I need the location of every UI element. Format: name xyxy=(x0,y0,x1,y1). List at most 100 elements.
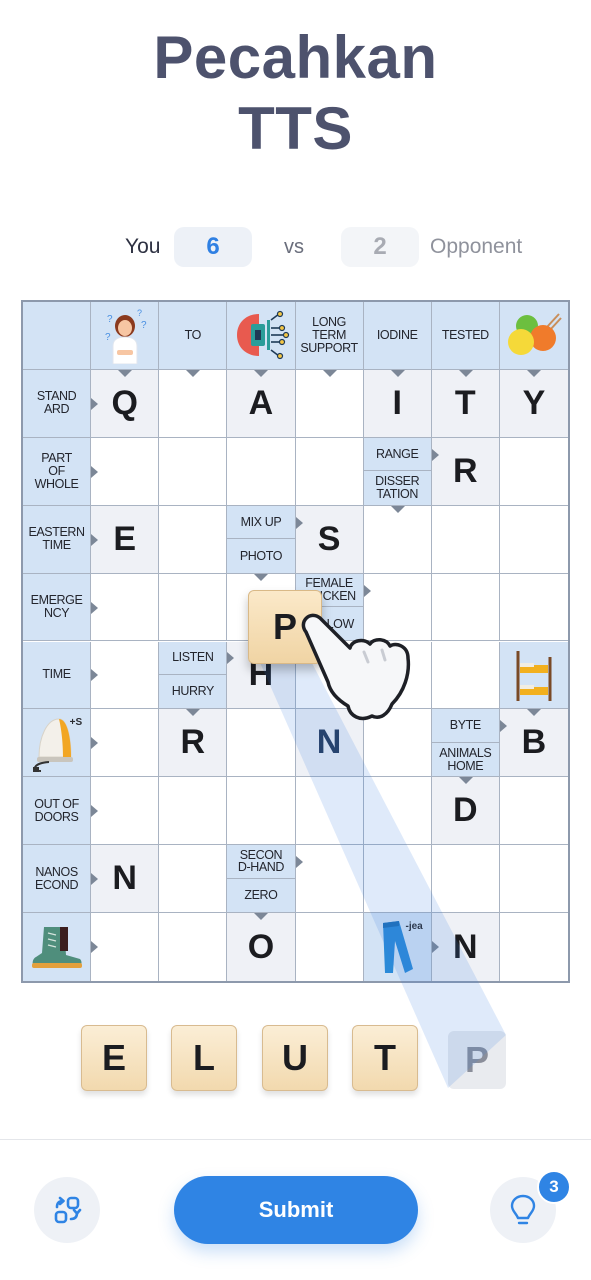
cell-letter: B xyxy=(521,723,547,762)
letter-cell[interactable]: S xyxy=(295,505,364,574)
empty-cell[interactable] xyxy=(227,709,296,778)
empty-cell[interactable] xyxy=(159,437,228,506)
empty-cell[interactable] xyxy=(91,913,160,981)
svg-text:?: ? xyxy=(107,314,113,325)
rack-tile[interactable]: U xyxy=(262,1025,328,1091)
clue-across: SECON D-HAND xyxy=(227,845,295,879)
rack-tile[interactable]: L xyxy=(171,1025,237,1091)
rack-tile[interactable]: E xyxy=(81,1025,147,1091)
letter-cell[interactable]: N xyxy=(431,913,500,981)
letter-cell[interactable]: E xyxy=(91,505,160,574)
pointer-hand-icon xyxy=(301,613,411,721)
cell-letter: D xyxy=(453,791,478,830)
empty-cell[interactable] xyxy=(499,777,568,846)
empty-cell[interactable] xyxy=(159,505,228,574)
empty-cell[interactable] xyxy=(363,845,432,914)
empty-cell[interactable] xyxy=(159,845,228,914)
arrow-right-icon xyxy=(91,397,99,410)
empty-cell[interactable] xyxy=(499,573,568,642)
empty-cell[interactable] xyxy=(363,505,432,574)
empty-cell[interactable] xyxy=(295,913,364,981)
arrow-right-icon xyxy=(295,856,303,869)
clue-down: DISSER TATION xyxy=(363,471,431,505)
empty-cell[interactable] xyxy=(91,777,160,846)
empty-cell[interactable] xyxy=(159,369,228,438)
vs-label: vs xyxy=(284,236,304,258)
empty-cell[interactable] xyxy=(91,709,160,778)
empty-cell[interactable] xyxy=(499,913,568,981)
clue-cell: LONG TERM SUPPORT xyxy=(295,302,364,377)
clue-text: TIME xyxy=(42,667,71,682)
empty-cell[interactable] xyxy=(227,777,296,846)
empty-cell[interactable] xyxy=(431,641,500,710)
page-title: Pecahkan TTS xyxy=(0,22,591,164)
clue-across: BYTE xyxy=(431,709,499,743)
letter-cell[interactable]: R xyxy=(159,709,228,778)
empty-cell[interactable] xyxy=(431,573,500,642)
arrow-right-icon xyxy=(499,720,507,733)
arrow-right-icon xyxy=(91,533,99,546)
cell-letter: I xyxy=(392,383,402,422)
letter-cell[interactable]: R xyxy=(431,437,500,506)
empty-cell[interactable] xyxy=(363,777,432,846)
shuffle-icon xyxy=(54,1196,82,1224)
arrow-right-icon xyxy=(363,584,371,597)
empty-cell[interactable] xyxy=(159,777,228,846)
letter-cell[interactable]: A xyxy=(227,369,296,438)
empty-cell[interactable] xyxy=(431,505,500,574)
picture-clue-cell: -jea xyxy=(363,913,439,981)
rack-tile[interactable]: T xyxy=(352,1025,418,1091)
split-clue-cell: BYTE ANIMALS HOME xyxy=(431,709,507,785)
arrow-right-icon xyxy=(91,737,99,750)
empty-cell[interactable] xyxy=(91,641,160,710)
empty-cell[interactable] xyxy=(91,573,160,642)
empty-cell[interactable] xyxy=(499,505,568,574)
letter-rack: E L U T P xyxy=(0,1025,591,1095)
arrow-right-icon xyxy=(91,941,99,954)
arrow-right-icon xyxy=(91,669,99,682)
picture-clue-cell xyxy=(499,302,568,377)
shuffle-button[interactable] xyxy=(34,1177,100,1243)
arrow-down-icon xyxy=(254,573,269,581)
empty-cell[interactable] xyxy=(431,845,500,914)
submit-button[interactable]: Submit xyxy=(174,1176,418,1244)
letter-cell[interactable]: O xyxy=(227,913,296,981)
empty-cell[interactable] xyxy=(499,845,568,914)
picture-clue-cell xyxy=(227,302,296,377)
svg-text:?: ? xyxy=(137,308,142,318)
arrow-right-icon xyxy=(431,448,439,461)
empty-cell[interactable] xyxy=(295,437,364,506)
yarn-balls-icon xyxy=(500,302,568,369)
clue-text: NANOS ECOND xyxy=(34,864,79,892)
empty-cell[interactable] xyxy=(295,777,364,846)
ai-brain-icon xyxy=(227,302,294,369)
arrow-down-icon xyxy=(186,369,201,377)
letter-cell[interactable]: Q xyxy=(91,369,160,438)
empty-cell[interactable] xyxy=(91,437,160,506)
letter-cell[interactable]: Y xyxy=(499,369,568,438)
arrow-down-icon xyxy=(322,369,337,377)
empty-cell[interactable] xyxy=(227,437,296,506)
arrow-down-icon xyxy=(390,505,405,513)
split-clue-cell: LISTEN HURRY xyxy=(159,641,235,717)
letter-cell[interactable]: I xyxy=(363,369,432,438)
arrow-down-icon xyxy=(526,709,541,717)
letter-cell[interactable]: B xyxy=(499,709,568,778)
footer-divider xyxy=(0,1139,591,1140)
empty-cell[interactable] xyxy=(159,913,228,981)
empty-cell[interactable] xyxy=(295,369,364,438)
empty-cell[interactable] xyxy=(159,573,228,642)
letter-cell[interactable]: T xyxy=(431,369,500,438)
title-line-1: Pecahkan xyxy=(153,24,438,91)
confused-woman-icon: ???? xyxy=(91,302,158,369)
clue-cell: OUT OF DOORS xyxy=(23,777,99,846)
arrow-down-icon xyxy=(526,369,541,377)
empty-cell[interactable] xyxy=(295,845,364,914)
clue-cell: IODINE xyxy=(363,302,432,377)
clue-across: RANGE xyxy=(363,437,431,472)
cell-letter: A xyxy=(248,383,274,422)
rack-tile-letter: U xyxy=(282,1037,308,1078)
empty-cell[interactable] xyxy=(499,437,568,506)
letter-cell[interactable]: D xyxy=(431,777,500,846)
letter-cell[interactable]: N xyxy=(91,845,160,914)
